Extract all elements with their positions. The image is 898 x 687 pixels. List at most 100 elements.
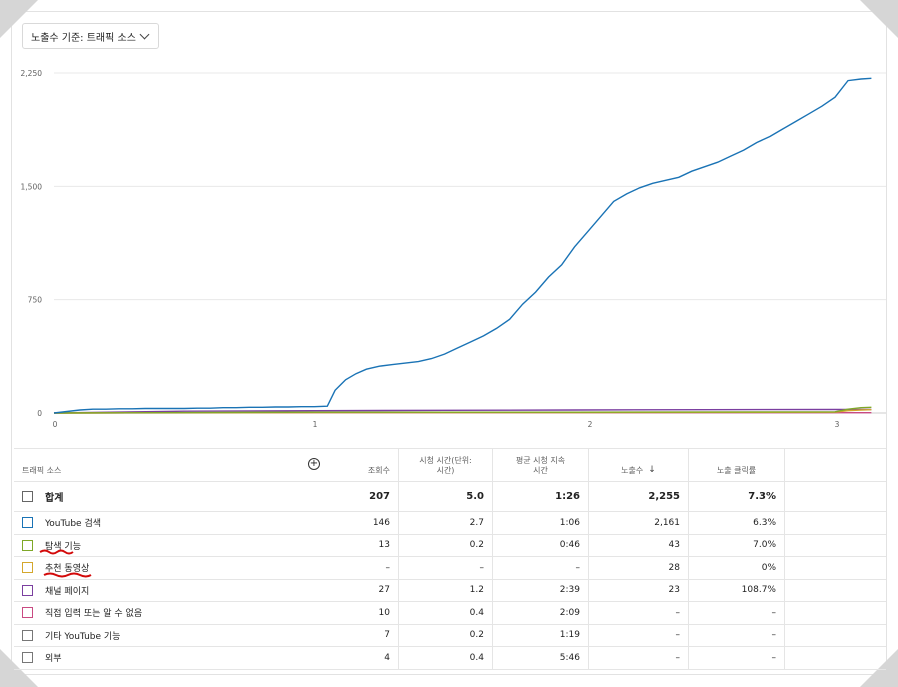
row-checkbox[interactable] [22,629,33,641]
row-watch-time: 0.4 [399,647,493,669]
row-views: 10 [334,602,399,624]
row-name-cell: 채널 페이지 [14,580,314,602]
row-views: 146 [334,512,399,534]
row-name-cell: 추천 동영상 [14,557,314,579]
header-ctr[interactable]: 노출 클릭률 [689,449,785,481]
row-checkbox[interactable] [22,607,33,619]
table-header-row: 트래픽 소스 + 조회수 시청 시간(단위: 시간) 평균 시청 지속 시간 노출수… [14,449,886,482]
x-tick-label: 3 [835,420,840,429]
row-checkbox[interactable] [22,539,33,551]
series-line-youtube_search [53,77,872,414]
header-watch-time-line2: 시간) [436,466,455,475]
row-ctr: 0% [689,557,785,579]
total-watch-time: 5.0 [399,482,493,511]
table-row: 추천 동영상 – – – 28 0% [14,557,886,580]
total-views: 207 [334,482,399,511]
add-metric-icon[interactable]: + [308,458,320,470]
row-name-cell: 탐색 기능 [14,535,314,557]
row-avg-duration: – [493,557,589,579]
table-total-row: 합계 207 5.0 1:26 2,255 7.3% [14,482,886,512]
row-ctr: 7.0% [689,534,785,556]
row-views: 13 [334,534,399,556]
row-avg-duration: 2:09 [493,602,589,624]
row-impressions: 2,161 [589,512,689,534]
row-avg-duration: 1:19 [493,624,589,646]
row-name-cell: 기타 YouTube 기능 [14,625,314,647]
row-watch-time: 0.2 [399,624,493,646]
y-tick-label: 0 [37,409,42,418]
header-avg-view-duration[interactable]: 평균 시청 지속 시간 [493,449,589,481]
table-row: YouTube 검색 146 2.7 1:06 2,161 6.3% [14,512,886,535]
row-ctr: – [689,602,785,624]
total-label: 합계 [45,493,64,504]
x-tick-label: 0 [53,420,58,429]
row-avg-duration: 2:39 [493,579,589,601]
row-avg-duration: 5:46 [493,647,589,669]
row-ctr: – [689,647,785,669]
row-watch-time: 0.4 [399,602,493,624]
row-impressions: 43 [589,534,689,556]
table-row: 기타 YouTube 기능 7 0.2 1:19 – – [14,624,886,647]
row-checkbox[interactable] [22,562,33,574]
row-avg-duration: 0:46 [493,534,589,556]
row-watch-time: 0.2 [399,534,493,556]
header-impressions[interactable]: 노출수 ↓ [589,449,689,481]
row-checkbox[interactable] [22,517,33,529]
line-chart: 2,250 1,500 750 0 0 1 2 3 [14,62,886,434]
row-name-cell: YouTube 검색 [14,512,314,534]
row-source-label[interactable]: 직접 입력 또는 알 수 없음 [45,606,142,619]
metric-dropdown-label: 노출수 기준: 트래픽 소스 [31,32,136,44]
row-source-label[interactable]: 채널 페이지 [45,584,89,597]
header-impressions-label: 노출수 [621,466,644,475]
row-ctr: – [689,624,785,646]
x-tick-label: 2 [588,420,593,429]
header-views[interactable]: 조회수 [334,449,399,481]
row-views: 4 [334,647,399,669]
header-avg-line2: 시간 [533,466,548,475]
row-source-label[interactable]: 탐색 기능 [45,539,81,552]
row-source-label[interactable]: YouTube 검색 [45,516,101,529]
total-ctr: 7.3% [689,482,785,511]
total-avg-duration: 1:26 [493,482,589,511]
table-row: 탐색 기능 13 0.2 0:46 43 7.0% [14,534,886,557]
row-views: 27 [334,579,399,601]
table-row: 직접 입력 또는 알 수 없음 10 0.4 2:09 – – [14,602,886,625]
row-checkbox[interactable] [22,584,33,596]
row-impressions: – [589,647,689,669]
total-name-cell: 합계 [14,482,314,511]
row-impressions: 28 [589,557,689,579]
row-avg-duration: 1:06 [493,512,589,534]
line-chart-svg: 2,250 1,500 750 0 0 1 2 3 [21,69,886,429]
row-watch-time: 1.2 [399,579,493,601]
header-watch-time[interactable]: 시청 시간(단위: 시간) [399,449,493,481]
row-checkbox[interactable] [22,652,33,664]
y-tick-label: 750 [28,296,43,305]
row-views: 7 [334,624,399,646]
row-source-label[interactable]: 외부 [45,651,62,664]
header-traffic-source: 트래픽 소스 [22,466,62,475]
y-tick-label: 2,250 [21,69,43,78]
row-views: – [334,557,399,579]
header-watch-time-line1: 시청 시간(단위: [419,456,472,465]
row-watch-time: 2.7 [399,512,493,534]
sort-down-arrow-icon: ↓ [648,464,656,475]
row-watch-time: – [399,557,493,579]
header-avg-line1: 평균 시청 지속 [515,456,566,465]
table-row: 채널 페이지 27 1.2 2:39 23 108.7% [14,579,886,602]
row-source-label[interactable]: 기타 YouTube 기능 [45,629,120,642]
total-checkbox[interactable] [22,491,33,502]
metric-dropdown[interactable]: 노출수 기준: 트래픽 소스 [22,23,159,49]
row-impressions: 23 [589,579,689,601]
row-name-cell: 직접 입력 또는 알 수 없음 [14,602,314,624]
total-impressions: 2,255 [589,482,689,511]
row-ctr: 6.3% [689,512,785,534]
row-impressions: – [589,624,689,646]
row-ctr: 108.7% [689,579,785,601]
table-row: 외부 4 0.4 5:46 – – [14,647,886,670]
row-name-cell: 외부 [14,647,314,669]
x-tick-label: 1 [313,420,318,429]
page-corner-decoration [860,0,898,38]
row-source-label[interactable]: 추천 동영상 [45,561,89,574]
chevron-down-icon [139,29,150,40]
y-tick-label: 1,500 [21,182,43,191]
